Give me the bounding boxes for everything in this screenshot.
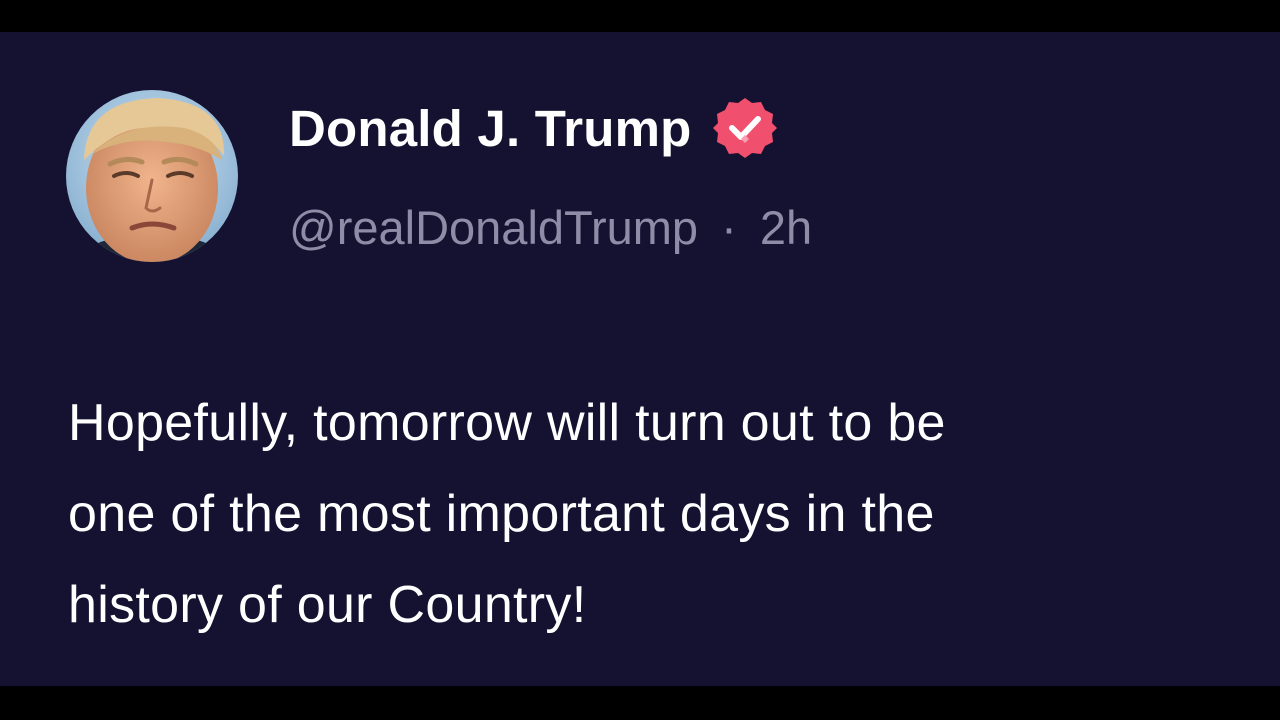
post-text-line: history of our Country! — [68, 576, 587, 634]
meta-separator: · — [721, 201, 737, 254]
letterbox-top — [0, 0, 1280, 32]
author-name-row: Donald J. Trump — [289, 98, 778, 158]
post-card: Donald J. Trump @realDonaldTrump · 2h Ho… — [0, 32, 1280, 686]
author-handle[interactable]: @realDonaldTrump — [289, 201, 698, 254]
post-text-line: one of the most important days in the — [68, 485, 935, 543]
profile-photo-icon — [66, 90, 238, 262]
handle-row: @realDonaldTrump · 2h — [289, 200, 812, 255]
avatar[interactable] — [66, 90, 238, 262]
post-timestamp[interactable]: 2h — [760, 201, 812, 254]
post-body: Hopefully, tomorrow will turn out to be … — [68, 378, 1228, 651]
display-name[interactable]: Donald J. Trump — [289, 99, 692, 158]
verified-badge-icon — [712, 98, 777, 158]
post-text-line: Hopefully, tomorrow will turn out to be — [68, 394, 946, 452]
letterbox-bottom — [0, 686, 1280, 720]
